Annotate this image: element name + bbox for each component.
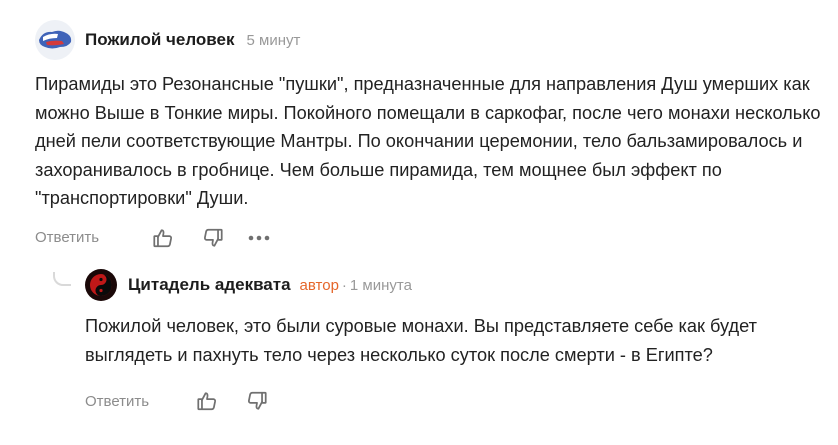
- comment-actions: Ответить: [85, 386, 825, 416]
- comment: Пожилой человек 5 минут Пирамиды это Рез…: [35, 20, 825, 253]
- avatar[interactable]: [85, 269, 117, 301]
- avatar[interactable]: [35, 20, 75, 60]
- author-name[interactable]: Цитадель адеквата: [128, 275, 291, 295]
- comment-actions: Ответить: [35, 223, 825, 253]
- reply-button[interactable]: Ответить: [35, 229, 99, 246]
- comment-text: Пирамиды это Резонансные "пушки", предна…: [35, 74, 821, 208]
- thread-connector: [53, 272, 71, 286]
- comment-text: Пожилой человек, это были суровые монахи…: [85, 316, 757, 365]
- thumbs-down-icon[interactable]: [243, 387, 271, 415]
- comment-header: Цитадель адеквата автор · 1 минута: [85, 268, 825, 302]
- more-dots-icon[interactable]: [245, 224, 273, 252]
- comment-timestamp: 1 минута: [349, 276, 412, 294]
- thumbs-up-icon[interactable]: [149, 224, 177, 252]
- thumbs-down-icon[interactable]: [199, 224, 227, 252]
- comment-header: Пожилой человек 5 минут: [35, 20, 825, 60]
- separator: ·: [341, 276, 347, 294]
- thumbs-up-icon[interactable]: [193, 387, 221, 415]
- author-name[interactable]: Пожилой человек: [85, 30, 235, 50]
- reply-comment: Цитадель адеквата автор · 1 минута Пожил…: [85, 268, 825, 416]
- author-badge: автор: [299, 276, 339, 294]
- reply-button[interactable]: Ответить: [85, 393, 149, 410]
- comment-timestamp: 5 минут: [246, 31, 301, 49]
